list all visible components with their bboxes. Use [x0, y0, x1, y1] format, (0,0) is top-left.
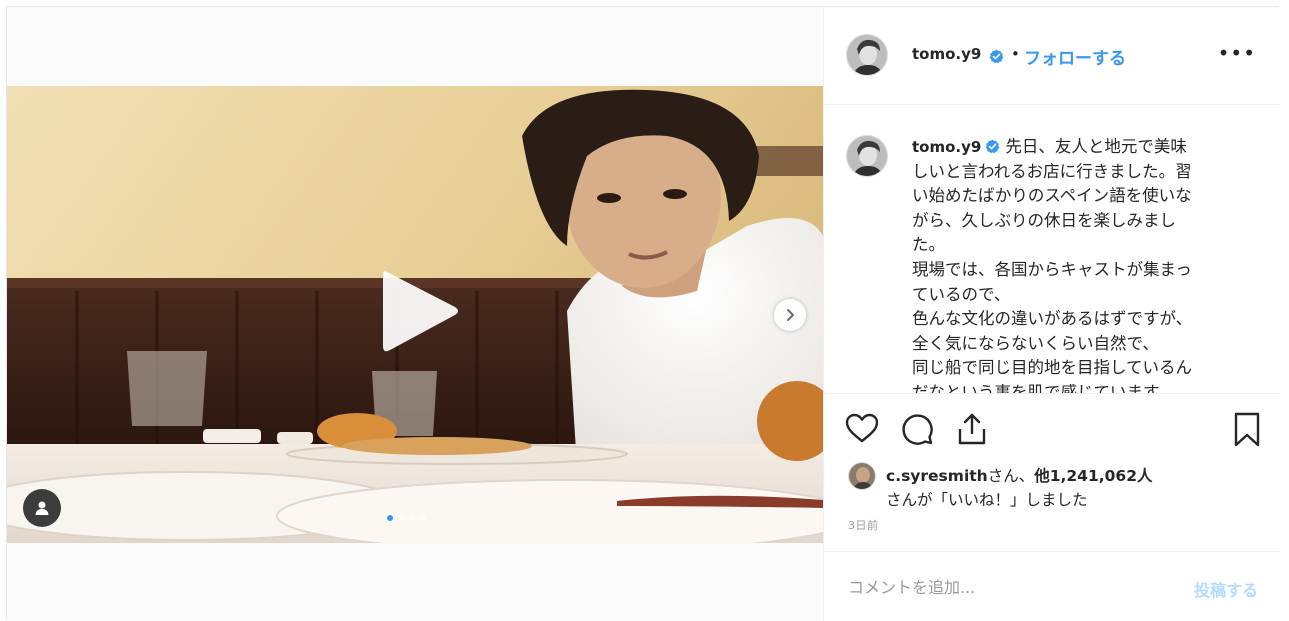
- caption-line: だなという事を肌で感じています。: [912, 382, 1175, 394]
- heart-icon: [845, 413, 879, 443]
- caption-line: しいと言われるお店に行きました。習: [912, 161, 1192, 181]
- likes-line: さんが「いいね！」しました: [886, 491, 1088, 509]
- comment-button[interactable]: [899, 411, 935, 447]
- play-icon[interactable]: [373, 266, 463, 356]
- share-button[interactable]: [954, 411, 990, 447]
- likes-count-link[interactable]: 他1,241,062人: [1034, 467, 1152, 485]
- caption-line: た。: [912, 235, 945, 255]
- carousel-dot: [420, 515, 426, 521]
- save-button[interactable]: [1229, 411, 1265, 447]
- carousel-next-button[interactable]: [774, 299, 806, 331]
- post-caption: tomo.y9 先日、友人と地元で美味 しいと言われるお店に行きました。習 い始め…: [912, 135, 1247, 394]
- separator-dot: •: [1011, 45, 1020, 63]
- post-side-panel: tomo.y9 • フォローする ••• tomo.y9 先日、友人と地元で美味…: [823, 7, 1280, 621]
- caption-line: がら、久しぶりの休日を楽しみまし: [912, 210, 1176, 230]
- liker-username[interactable]: c.syresmith: [886, 467, 988, 485]
- action-bar: [824, 395, 1280, 455]
- caption-line: 同じ船で同じ目的地を目指しているん: [912, 358, 1193, 378]
- caption-line: い始めたばかりのスペイン語を使いな: [912, 186, 1192, 206]
- chevron-right-icon: [787, 309, 794, 321]
- avatar[interactable]: [846, 34, 888, 76]
- carousel-indicator: [387, 515, 426, 521]
- caption-line: ているので、: [912, 284, 1011, 304]
- caption-line: tomo.y9 先日、友人と地元で美味: [912, 135, 1247, 160]
- comment-input[interactable]: [846, 574, 1146, 600]
- avatar[interactable]: [848, 462, 876, 490]
- post-timestamp[interactable]: 3日前: [848, 517, 879, 533]
- user-icon: [35, 501, 49, 515]
- more-options-button[interactable]: •••: [1218, 43, 1256, 63]
- post-header: tomo.y9 • フォローする •••: [824, 7, 1280, 105]
- video-player[interactable]: [7, 86, 823, 543]
- carousel-dot: [409, 515, 415, 521]
- post-comment-button[interactable]: 投稿する: [1194, 577, 1258, 601]
- author-username[interactable]: tomo.y9: [912, 45, 981, 63]
- carousel-dot: [387, 515, 393, 521]
- verified-badge-icon: [985, 137, 1000, 154]
- likes-summary: c.syresmithさん、他1,241,062人 さんが「いいね！」しました: [824, 455, 1280, 515]
- media-column: [7, 7, 823, 621]
- caption-text: 先日、友人と地元で美味: [1005, 137, 1187, 156]
- likes-line: c.syresmithさん、他1,241,062人: [886, 464, 1153, 486]
- carousel-dot: [398, 515, 404, 521]
- follow-button[interactable]: フォローする: [1024, 44, 1126, 69]
- avatar[interactable]: [846, 135, 888, 177]
- like-button[interactable]: [844, 411, 880, 447]
- comments-area[interactable]: tomo.y9 先日、友人と地元で美味 しいと言われるお店に行きました。習 い始め…: [824, 105, 1280, 394]
- caption-line: 現場では、各国からキャストが集まっ: [912, 259, 1192, 279]
- instagram-post: tomo.y9 • フォローする ••• tomo.y9 先日、友人と地元で美味…: [6, 6, 1280, 621]
- tagged-users-button[interactable]: [23, 489, 61, 527]
- verified-badge-icon: [989, 49, 1004, 64]
- caption-line: 全く気にならないくらい自然で、: [912, 333, 1159, 353]
- likes-text: さん、: [987, 467, 1035, 485]
- add-comment-box: 投稿する: [824, 551, 1280, 621]
- comment-bubble-icon: [902, 414, 933, 445]
- caption-line: 色んな文化の違いがあるはずですが、: [912, 309, 1193, 329]
- caption-username[interactable]: tomo.y9: [912, 138, 981, 156]
- share-icon: [958, 413, 986, 445]
- bookmark-icon: [1234, 412, 1260, 447]
